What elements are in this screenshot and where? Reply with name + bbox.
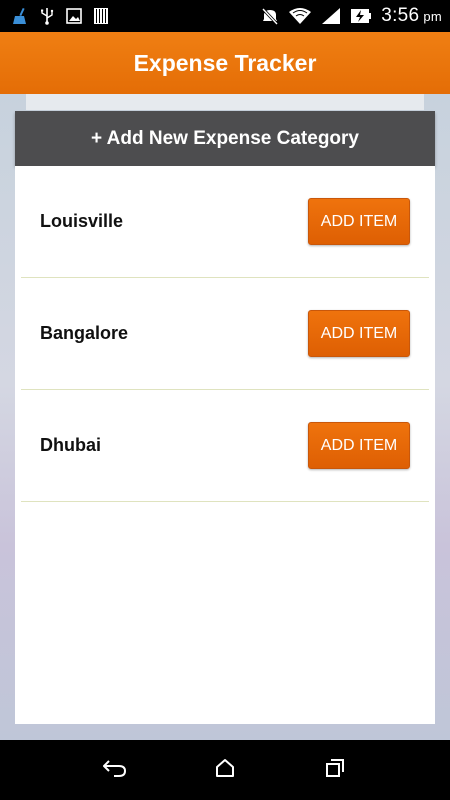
list-item: Dhubai ADD ITEM [21,390,429,502]
clock-time: 3:56 [381,5,420,26]
recents-icon [324,757,346,784]
clock-ampm: pm [423,9,442,24]
status-bar: 3:56 pm [0,0,450,32]
usb-icon [40,7,54,25]
clock: 3:56 pm [381,5,442,27]
add-item-button[interactable]: ADD ITEM [308,310,410,357]
list-item: Bangalore ADD ITEM [21,278,429,390]
battery-charging-icon [350,7,372,25]
home-button[interactable] [205,750,245,790]
navigation-bar [0,740,450,800]
home-icon [214,757,236,784]
wifi-icon [288,7,312,25]
back-button[interactable] [95,750,135,790]
top-strip [26,94,424,110]
add-category-button[interactable]: + Add New Expense Category [15,111,435,166]
add-item-button[interactable]: ADD ITEM [308,422,410,469]
image-icon [66,8,82,24]
mute-icon [261,6,279,26]
notification-icons [0,0,108,32]
app-title: Expense Tracker [133,49,317,76]
recents-button[interactable] [315,750,355,790]
category-name: Louisville [40,211,124,231]
add-item-button[interactable]: ADD ITEM [308,198,410,245]
signal-icon [321,7,341,25]
add-category-label: + Add New Expense Category [90,127,359,149]
list-item: Louisville ADD ITEM [21,166,429,278]
category-name: Bangalore [40,323,129,343]
category-name: Dhubai [40,435,101,455]
broom-icon [12,7,28,25]
barcode-icon [94,8,108,24]
action-bar: Expense Tracker [0,32,450,94]
back-icon [102,758,128,783]
system-status: 3:56 pm [261,0,442,32]
category-list: Louisville ADD ITEM Bangalore ADD ITEM D… [15,166,435,724]
